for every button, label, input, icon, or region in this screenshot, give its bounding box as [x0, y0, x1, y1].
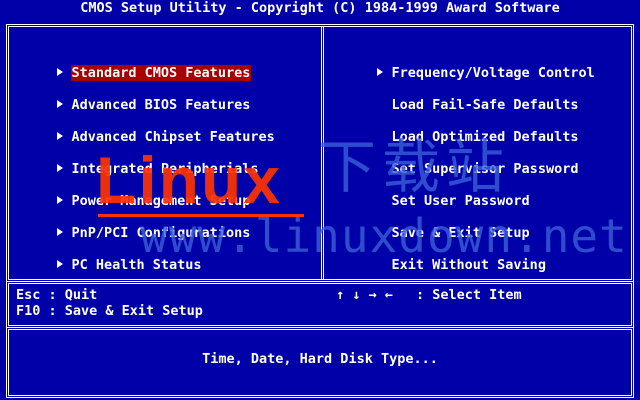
watermark-underline: [98, 214, 304, 217]
triangle-right-icon: [376, 68, 383, 76]
arrow-keys-icon: ↑ ↓ → ←: [336, 287, 393, 303]
triangle-right-icon: [56, 196, 63, 204]
watermark-chinese-text: 下载站: [318, 133, 511, 201]
menu-item-standard-cmos-features[interactable]: Standard CMOS Features: [24, 46, 252, 81]
item-description: Time, Date, Hard Disk Type...: [202, 351, 438, 367]
triangle-right-icon: [56, 100, 63, 108]
triangle-right-icon: [56, 260, 63, 268]
menu-item-advanced-bios-features[interactable]: Advanced BIOS Features: [24, 78, 251, 113]
triangle-right-icon: [56, 228, 63, 236]
triangle-right-icon: [56, 164, 63, 172]
menu-item-load-fail-safe-defaults[interactable]: Load Fail-Safe Defaults: [358, 78, 579, 113]
bios-screen: CMOS Setup Utility - Copyright (C) 1984-…: [0, 0, 640, 400]
menu-item-advanced-chipset-features[interactable]: Advanced Chipset Features: [24, 110, 276, 145]
help-f10-save-exit: F10 : Save & Exit Setup: [16, 303, 203, 319]
help-esc-quit: Esc : Quit: [16, 287, 98, 303]
triangle-right-icon: [56, 132, 63, 140]
window-title: CMOS Setup Utility - Copyright (C) 1984-…: [80, 0, 560, 16]
triangle-right-icon: [56, 68, 63, 76]
watermark-brand: Linux: [96, 143, 282, 217]
menu-item-load-optimized-defaults[interactable]: Load Optimized Defaults: [358, 110, 579, 145]
menu-item-frequency-voltage-control[interactable]: Frequency/Voltage Control: [344, 46, 596, 81]
help-select-item: : Select Item: [416, 287, 522, 303]
